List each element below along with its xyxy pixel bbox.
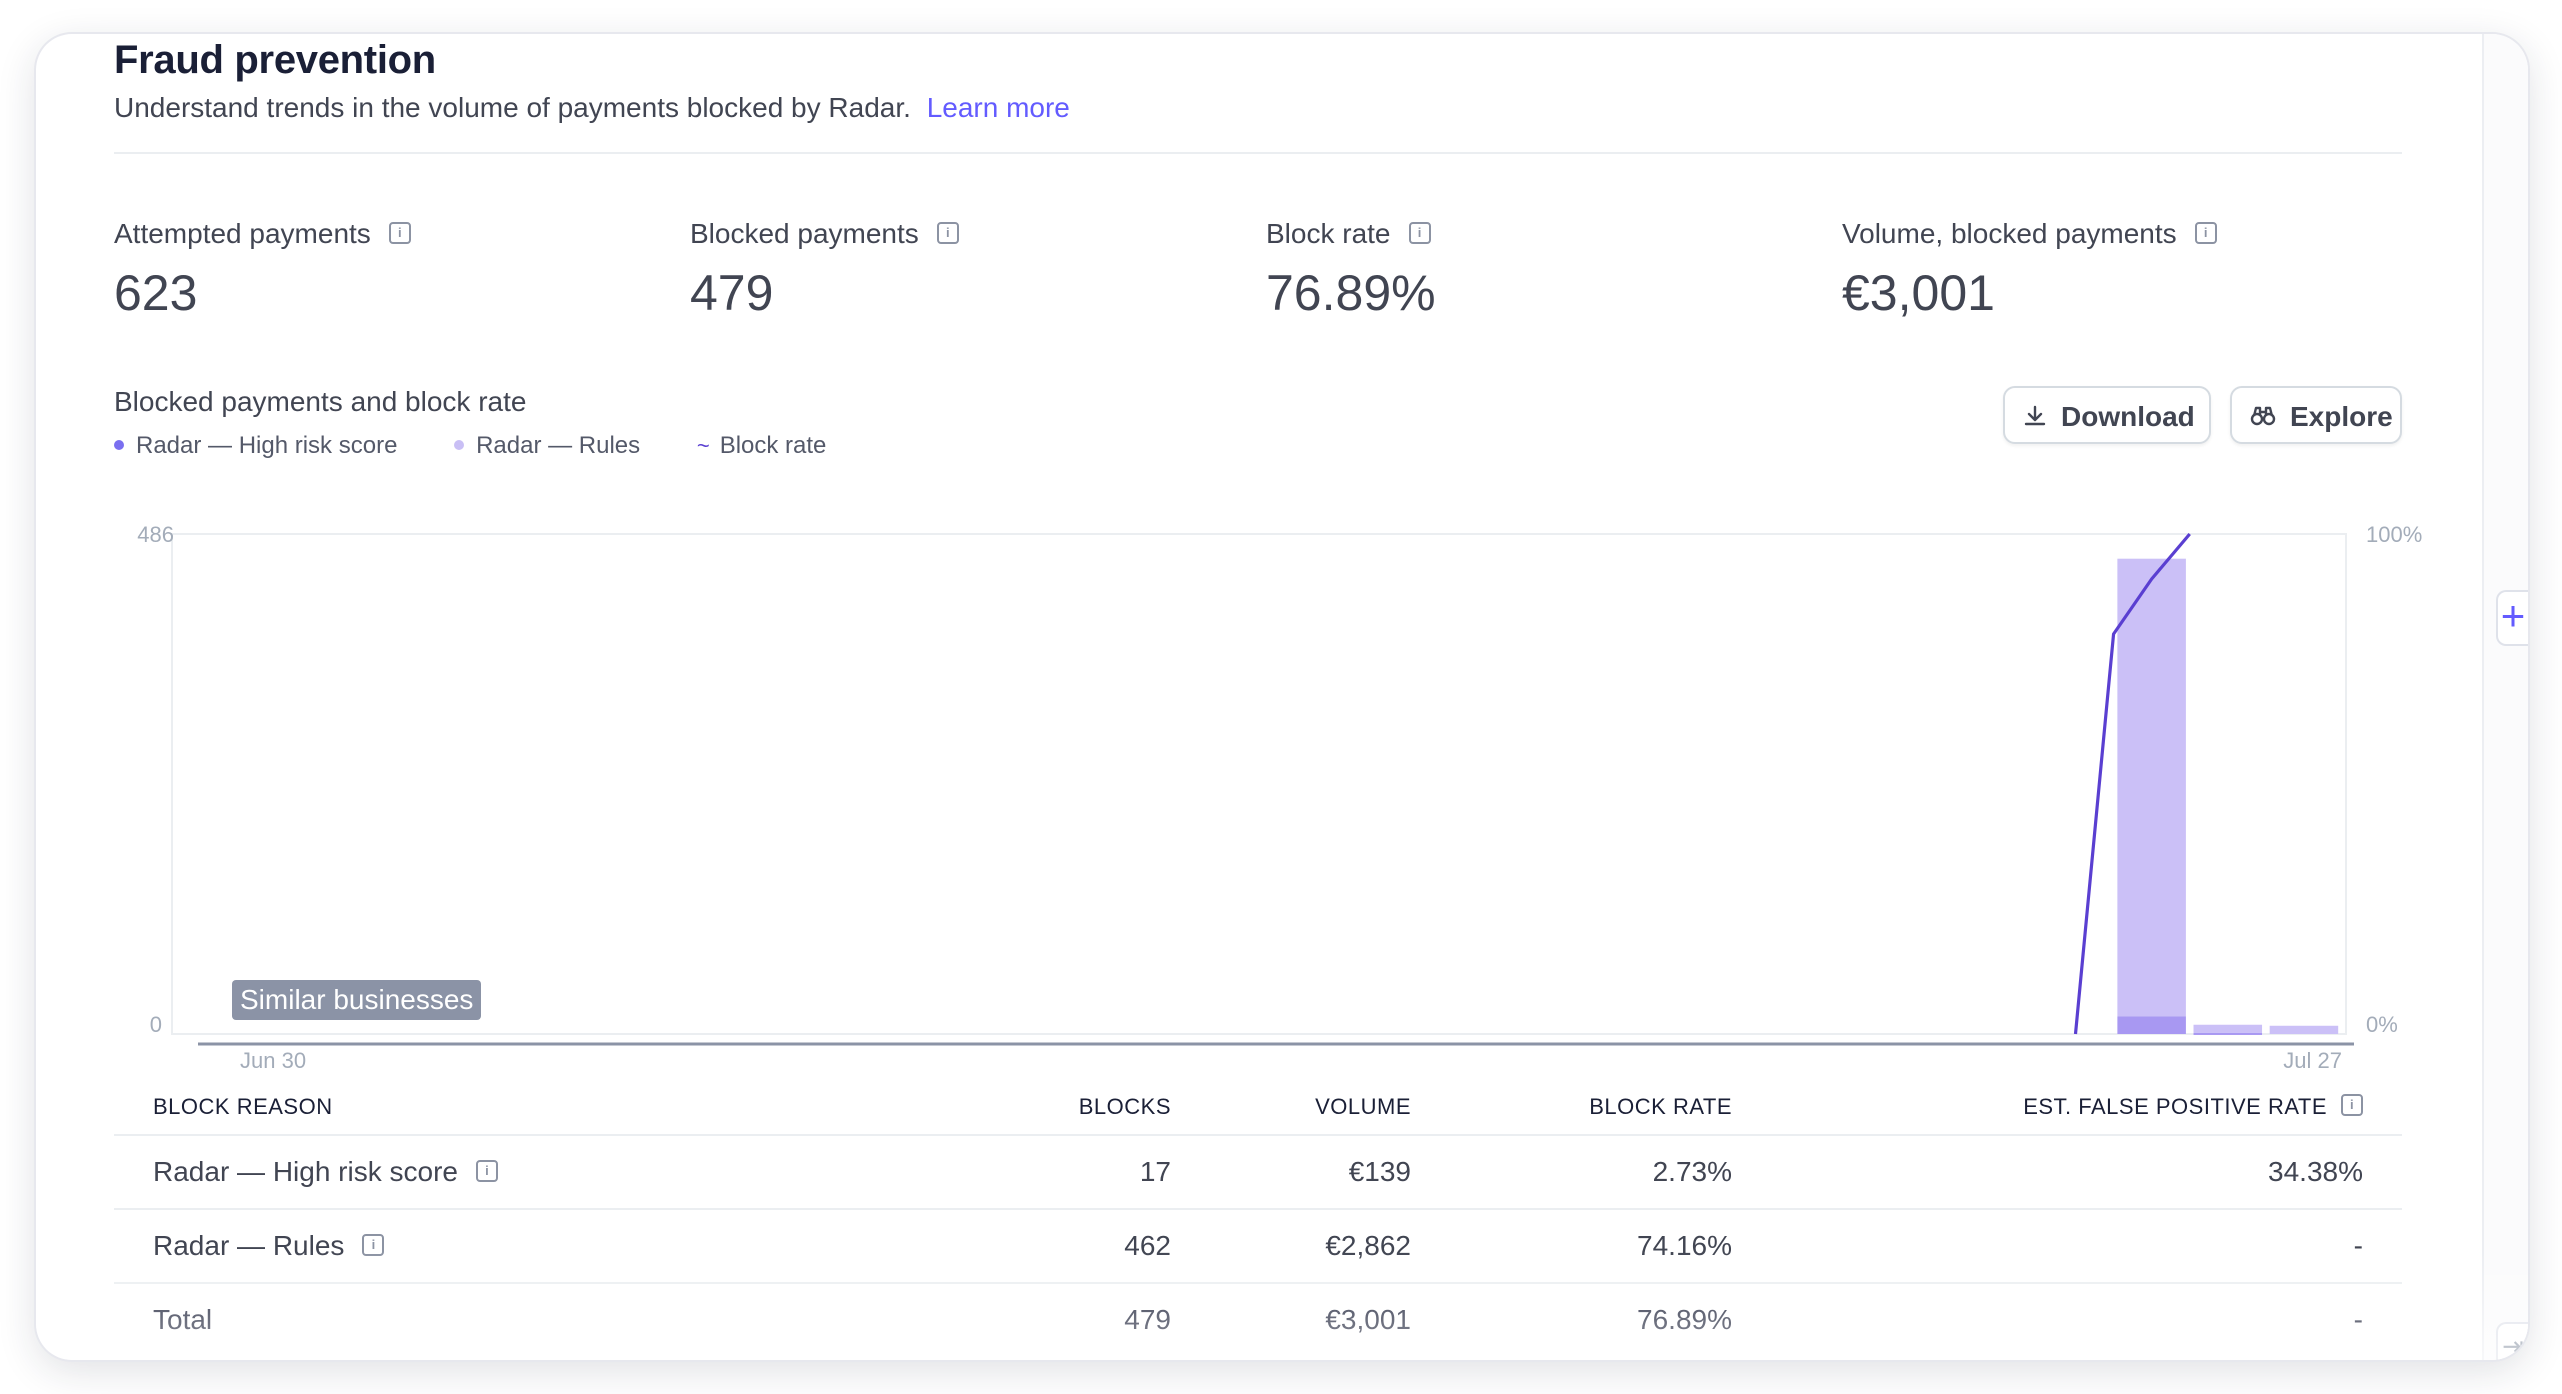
plot-frame (171, 533, 2347, 1035)
row-false-positive-rate: 34.38% (2268, 1156, 2363, 1187)
header-volume[interactable]: VOLUME (1315, 1094, 1411, 1120)
panel-collapse-icon[interactable]: ⇥ (2496, 1322, 2528, 1360)
metric-label: Block rate (1266, 218, 1391, 249)
legend-dot-icon (114, 439, 124, 450)
subtitle-text: Understand trends in the volume of payme… (114, 92, 911, 123)
total-false-positive-rate: - (2353, 1304, 2363, 1335)
legend-item-rules[interactable]: Radar — Rules (454, 432, 640, 460)
y-right-tick-min: 0% (2366, 1012, 2398, 1037)
plus-icon[interactable]: + (2496, 590, 2528, 646)
y-right-tick-max: 100% (2366, 522, 2422, 547)
info-icon[interactable]: i (1408, 221, 1431, 244)
chart-title: Blocked payments and block rate (114, 386, 527, 417)
total-blocks: 479 (1124, 1304, 1171, 1335)
info-icon[interactable]: i (936, 221, 959, 244)
page-title: Fraud prevention (114, 38, 436, 82)
download-label: Download (2061, 401, 2195, 432)
bar-rules (2269, 1025, 2339, 1034)
row-blocks: 17 (1139, 1156, 1171, 1187)
legend-label: Block rate (719, 432, 827, 459)
total-label: Total (153, 1304, 213, 1335)
chart-legend: Radar — High risk score Radar — Rules ~ B… (114, 432, 876, 460)
info-icon[interactable]: i (362, 1233, 385, 1256)
fraud-prevention-panel: Fraud prevention Understand trends in th… (36, 34, 2528, 1360)
row-volume: €2,862 (1325, 1230, 1411, 1261)
header-blocks[interactable]: BLOCKS (1079, 1094, 1171, 1120)
metric-value: 76.89% (1266, 265, 1436, 321)
metric-label: Volume, blocked payments (1842, 218, 2177, 249)
download-icon (2023, 388, 2047, 446)
legend-item-high-risk[interactable]: Radar — High risk score (114, 432, 397, 460)
table-header: BLOCK REASON BLOCKS VOLUME BLOCK RATE ES… (114, 1084, 2402, 1136)
row-block-rate: 2.73% (1652, 1156, 1732, 1187)
x-tick-start: Jun 30 (240, 1048, 306, 1073)
header-block-rate[interactable]: BLOCK RATE (1589, 1094, 1732, 1120)
header-false-positive-rate[interactable]: EST. FALSE POSITIVE RATE i (2023, 1094, 2363, 1120)
metric-blocked-payments: Blocked payments i 479 (690, 218, 959, 322)
row-volume: €139 (1348, 1156, 1411, 1187)
metric-value: 479 (690, 265, 774, 321)
metric-value: 623 (114, 265, 198, 321)
info-icon[interactable]: i (2194, 221, 2217, 244)
reason-label: Radar — High risk score (153, 1156, 458, 1187)
right-side-rail (2482, 34, 2528, 1360)
info-icon[interactable]: i (475, 1159, 498, 1182)
header-block-reason[interactable]: BLOCK REASON (153, 1094, 333, 1120)
metric-label: Attempted payments (114, 218, 371, 249)
binoculars-icon (2250, 388, 2276, 446)
legend-label: Radar — Rules (476, 432, 641, 459)
metric-attempted-payments: Attempted payments i 623 (114, 218, 411, 322)
legend-item-block-rate[interactable]: ~ Block rate (697, 432, 827, 460)
bar-rules (2193, 1024, 2263, 1033)
header-divider (114, 152, 2402, 154)
metric-block-rate: Block rate i 76.89% (1266, 218, 1436, 322)
metric-volume-blocked: Volume, blocked payments i €3,001 (1842, 218, 2217, 322)
info-icon[interactable]: i (2341, 1094, 2363, 1117)
table-total-row: Total 479 €3,001 76.89% - (114, 1284, 2402, 1356)
metric-label: Blocked payments (690, 218, 919, 249)
legend-dot-icon (454, 439, 465, 450)
table-row[interactable]: Radar — Rules i 462 €2,862 74.16% - (114, 1210, 2402, 1284)
bar-high-risk (2193, 1032, 2263, 1035)
explore-label: Explore (2290, 401, 2393, 432)
row-false-positive-rate: - (2353, 1230, 2363, 1261)
download-button[interactable]: Download (2003, 386, 2211, 444)
bar-high-risk (2117, 1016, 2186, 1034)
row-blocks: 462 (1124, 1230, 1171, 1261)
row-block-rate: 74.16% (1637, 1230, 1732, 1261)
total-volume: €3,001 (1325, 1304, 1411, 1335)
trend-line-icon: ~ (696, 433, 710, 458)
table-row[interactable]: Radar — High risk score i 17 €139 2.73% 3… (114, 1136, 2402, 1210)
header-label: EST. FALSE POSITIVE RATE (2023, 1094, 2327, 1119)
legend-label: Radar — High risk score (136, 432, 398, 459)
y-left-tick-max: 486 (137, 522, 174, 547)
info-icon[interactable]: i (388, 221, 411, 244)
y-left-tick-min: 0 (150, 1012, 162, 1037)
bar-rules (2117, 558, 2186, 1017)
similar-businesses-tag[interactable]: Similar businesses (232, 980, 482, 1020)
block-reason-table: BLOCK REASON BLOCKS VOLUME BLOCK RATE ES… (114, 1084, 2402, 1356)
page-subtitle: Understand trends in the volume of payme… (114, 92, 1070, 124)
learn-more-link[interactable]: Learn more (927, 92, 1070, 123)
x-tick-end: Jul 27 (2283, 1048, 2342, 1073)
metric-value: €3,001 (1842, 265, 1995, 321)
total-block-rate: 76.89% (1637, 1304, 1732, 1335)
row-reason: Radar — Rules i (153, 1230, 385, 1262)
reason-label: Radar — Rules (153, 1230, 345, 1261)
row-reason: Radar — High risk score i (153, 1156, 498, 1188)
explore-button[interactable]: Explore (2230, 386, 2402, 444)
